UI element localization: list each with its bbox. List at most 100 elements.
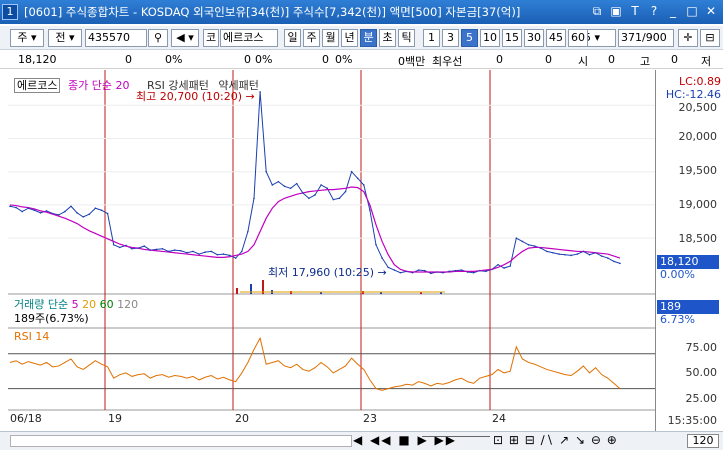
- price-point-15: [100, 209, 103, 212]
- price-point-4: [33, 209, 36, 212]
- zoom-count[interactable]: 120: [687, 434, 719, 448]
- rsi-legend[interactable]: RSI 14: [14, 330, 49, 343]
- x-date-20: 20: [235, 412, 249, 425]
- price-point-57: [356, 177, 359, 180]
- price-point-74: [460, 269, 463, 271]
- price-point-99: [613, 260, 615, 263]
- close-icon[interactable]: ✕: [703, 3, 719, 19]
- price-point-45: [283, 185, 286, 188]
- minute-button-4[interactable]: 15: [502, 29, 522, 47]
- text-icon[interactable]: T: [627, 3, 643, 19]
- price-point-56: [350, 170, 353, 173]
- stock-name-field[interactable]: 에르코스: [220, 29, 278, 47]
- maximize-icon[interactable]: □: [684, 3, 700, 19]
- bottom-bar: ◀ ◀◀ ■ ▶ ▶▶ ⊡ ⊞ ⊟ ∕∖ ↗ ↘ ⊖ ⊕ 120: [0, 431, 723, 450]
- price-point-52: [326, 187, 329, 190]
- minimize-icon[interactable]: _: [665, 3, 681, 19]
- chart-type-value: 주: [17, 31, 28, 44]
- minute-button-5[interactable]: 30: [524, 29, 544, 47]
- split-icon: ⊟: [705, 31, 715, 44]
- period-button-1[interactable]: 주: [303, 29, 320, 47]
- price-point-41: [259, 91, 261, 93]
- window-number-badge: 1: [2, 4, 18, 20]
- info-v7: 0백만: [398, 55, 426, 68]
- info-v11: 0: [671, 53, 678, 66]
- price-point-40: [253, 197, 255, 200]
- info-v10: 0: [608, 53, 615, 66]
- minute-button-2[interactable]: 5: [461, 29, 478, 47]
- price-point-60: [375, 243, 377, 246]
- price-point-67: [417, 269, 420, 271]
- code-search-button[interactable]: ⚲: [148, 29, 168, 47]
- period-button-5[interactable]: 초: [379, 29, 396, 47]
- info-v5: 0: [322, 53, 329, 66]
- price-point-38: [241, 250, 243, 253]
- stock-code-input[interactable]: 435570: [85, 29, 147, 47]
- period-button-4[interactable]: 분: [360, 29, 377, 47]
- info-v3: 0: [244, 53, 251, 66]
- price-point-7: [51, 212, 54, 215]
- horizontal-scrollbar[interactable]: [10, 435, 352, 447]
- low-annotation-text: 최저 17,960 (10:25): [268, 266, 375, 279]
- price-axis: LC:0.89 HC:-12.46 20,500 20,000 19,500 1…: [655, 70, 723, 432]
- price-point-91: [564, 253, 566, 256]
- price-point-37: [234, 257, 237, 259]
- price-point-49: [308, 197, 310, 200]
- period-button-3[interactable]: 년: [341, 29, 358, 47]
- legend-ma20[interactable]: 종가 단순 20: [68, 79, 129, 92]
- legend-stock-name[interactable]: 에르코스: [14, 78, 61, 93]
- price-point-84: [521, 240, 524, 243]
- tool-crosshair-button[interactable]: ✛: [678, 29, 698, 47]
- price-point-18: [119, 246, 121, 249]
- minute-button-0[interactable]: 1: [423, 29, 440, 47]
- price-point-0: [9, 205, 11, 208]
- volume-ma60: 60: [99, 298, 114, 311]
- chart-canvas[interactable]: [0, 70, 723, 432]
- info-v1: 0: [125, 53, 132, 66]
- link-icon[interactable]: ⧉: [589, 3, 605, 19]
- minute-button-6[interactable]: 45: [546, 29, 566, 47]
- range-display[interactable]: 371/900: [618, 29, 674, 47]
- period-button-2[interactable]: 월: [322, 29, 339, 47]
- chart-type-select[interactable]: 주 ▾: [10, 29, 44, 47]
- period-select[interactable]: 전 ▾: [48, 29, 82, 47]
- sound-button[interactable]: ◀ ▾: [171, 29, 199, 47]
- price-point-83: [515, 237, 518, 239]
- price-point-25: [161, 247, 164, 250]
- period-button-6[interactable]: 틱: [398, 29, 415, 47]
- price-point-42: [265, 170, 268, 173]
- volume-bar-0: [236, 288, 238, 294]
- minute-button-3[interactable]: 10: [480, 29, 500, 47]
- high-annotation: 최고 20,700 (10:20) →: [136, 90, 255, 103]
- price-point-72: [448, 270, 451, 273]
- volume-current-tag: 189: [657, 300, 719, 314]
- volume-ma120: 120: [117, 298, 139, 311]
- price-point-12: [82, 216, 84, 218]
- info-jeo-label: 저: [701, 55, 712, 68]
- info-v2: 0%: [165, 53, 183, 66]
- chart-area[interactable]: 에르코스 종가 단순 20 RSI 강세패턴 약세패턴 최고 20,700 (1…: [0, 70, 723, 432]
- rsi-series-line: [9, 336, 621, 391]
- y-tick-19000: 19,000: [678, 198, 718, 211]
- minute-button-1[interactable]: 3: [442, 29, 459, 47]
- info-v9: 0: [545, 53, 552, 66]
- info-bar: 18,120 0 0% 0 0% 0 0% 0백만 최우선 0 0 시 0 고 …: [0, 51, 723, 69]
- save-icon[interactable]: ▣: [608, 3, 624, 19]
- speaker-icon: ◀ ▾: [176, 31, 194, 44]
- search-icon: ⚲: [153, 31, 163, 44]
- minute-button-7[interactable]: 60: [568, 29, 588, 47]
- price-point-8: [58, 214, 60, 216]
- price-point-92: [570, 254, 572, 257]
- price-point-39: [247, 230, 249, 233]
- volume-pct: 6.73%: [660, 313, 695, 326]
- zoom-slider[interactable]: [422, 436, 490, 446]
- price-point-24: [155, 248, 158, 251]
- period-button-0[interactable]: 일: [284, 29, 301, 47]
- tool-split-button[interactable]: ⊟: [700, 29, 720, 47]
- price-point-78: [485, 270, 487, 273]
- price-point-13: [88, 213, 91, 216]
- zoom-buttons[interactable]: ⊡ ⊞ ⊟ ∕∖ ↗ ↘ ⊖ ⊕: [493, 433, 618, 447]
- help-icon[interactable]: ?: [646, 3, 662, 19]
- price-point-69: [430, 272, 432, 275]
- price-point-6: [45, 210, 48, 212]
